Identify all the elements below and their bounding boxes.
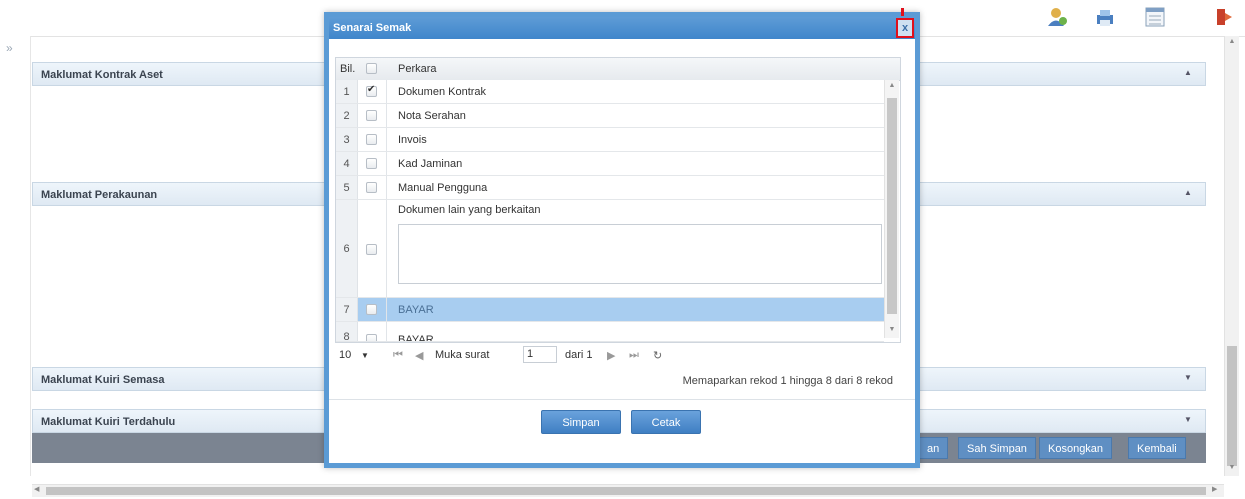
table-row[interactable]: 3 Invois <box>336 128 884 152</box>
page-size-select[interactable]: 10 <box>339 349 351 361</box>
table-row[interactable]: 5 Manual Pengguna <box>336 176 884 200</box>
select-all-checkbox[interactable] <box>366 63 377 74</box>
row-checkbox[interactable] <box>366 134 377 145</box>
other-documents-textarea[interactable] <box>398 224 882 284</box>
scroll-thumb[interactable] <box>1227 346 1237 466</box>
table-row[interactable]: 2 Nota Serahan <box>336 104 884 128</box>
dropdown-arrow-icon[interactable]: ▼ <box>361 351 369 360</box>
grid-scrollbar[interactable]: ▲ ▼ <box>884 80 899 338</box>
horizontal-scrollbar[interactable]: ◀ ▶ <box>32 484 1224 497</box>
row-label: Kad Jaminan <box>398 158 463 170</box>
column-divider <box>386 80 387 103</box>
scroll-down-icon[interactable]: ▼ <box>1227 464 1237 471</box>
scroll-thumb[interactable] <box>887 98 897 314</box>
column-divider <box>386 128 387 151</box>
table-row[interactable]: 4 Kad Jaminan <box>336 152 884 176</box>
row-checkbox[interactable] <box>366 334 377 341</box>
chevron-down-icon[interactable]: ▼ <box>1183 373 1193 383</box>
next-page-icon[interactable]: ▶ <box>607 349 615 362</box>
vertical-scrollbar[interactable]: ▲ ▼ <box>1224 36 1239 476</box>
first-page-icon[interactable]: ⏮ <box>393 349 403 362</box>
grid-header: Bil. Perkara <box>336 58 900 81</box>
row-checkbox[interactable] <box>366 110 377 121</box>
row-label: BAYAR <box>398 334 434 342</box>
record-status: Memaparkan rekod 1 hingga 8 dari 8 rekod <box>682 375 893 387</box>
row-label: Manual Pengguna <box>398 182 488 194</box>
expand-sidebar-icon[interactable]: » <box>6 40 20 56</box>
page-label: Muka surat <box>435 349 490 361</box>
scroll-up-icon[interactable]: ▲ <box>1227 38 1237 45</box>
row-checkbox[interactable] <box>366 244 377 255</box>
row-checkbox[interactable] <box>366 84 377 97</box>
cetak-button[interactable]: Cetak <box>631 410 701 434</box>
highlight-marker <box>901 8 904 16</box>
dialog-title: Senarai Semak <box>333 22 412 34</box>
row-number: 8 <box>336 322 358 341</box>
divider <box>329 399 915 400</box>
print-icon[interactable] <box>1094 6 1116 28</box>
row-checkbox[interactable] <box>366 304 377 315</box>
scroll-thumb[interactable] <box>46 487 1206 495</box>
row-checkbox[interactable] <box>366 158 377 169</box>
kembali-button[interactable]: Kembali <box>1128 437 1186 459</box>
row-label: Dokumen lain yang berkaitan <box>398 204 541 216</box>
checklist-dialog: Senarai Semak x Bil. Perkara 1 Dokumen K… <box>324 8 920 468</box>
column-divider <box>386 322 387 341</box>
refresh-icon[interactable]: ↻ <box>653 349 662 362</box>
column-divider <box>386 104 387 127</box>
page-number-input[interactable]: 1 <box>523 346 557 363</box>
chevron-up-icon[interactable]: ▲ <box>1183 188 1193 198</box>
row-number: 2 <box>336 104 358 127</box>
simpan-button[interactable]: Simpan <box>541 410 621 434</box>
col-header-perkara: Perkara <box>398 63 437 75</box>
column-divider <box>386 176 387 199</box>
column-divider <box>386 152 387 175</box>
list-icon[interactable] <box>1144 6 1166 28</box>
left-gutter <box>0 36 31 476</box>
row-label: Invois <box>398 134 427 146</box>
row-number: 4 <box>336 152 358 175</box>
row-checkbox[interactable] <box>366 182 377 193</box>
chevron-down-icon[interactable]: ▼ <box>1183 415 1193 425</box>
row-number: 6 <box>336 200 358 297</box>
column-divider <box>386 200 387 297</box>
col-header-bil: Bil. <box>340 63 356 75</box>
user-icon[interactable] <box>1046 6 1068 28</box>
row-label: BAYAR <box>398 304 434 316</box>
row-label: Nota Serahan <box>398 110 466 122</box>
table-row[interactable]: 8 BAYAR <box>336 322 884 342</box>
checklist-grid: Bil. Perkara 1 Dokumen Kontrak 2 Nota Se… <box>335 57 901 343</box>
prev-page-icon[interactable]: ◀ <box>415 349 423 362</box>
kosongkan-button[interactable]: Kosongkan <box>1039 437 1113 459</box>
column-divider <box>386 298 387 321</box>
scroll-right-icon[interactable]: ▶ <box>1212 485 1217 493</box>
dialog-header[interactable]: Senarai Semak x <box>329 8 915 39</box>
row-number: 3 <box>336 128 358 151</box>
table-row[interactable]: 1 Dokumen Kontrak <box>336 80 884 104</box>
section-title: Maklumat Kuiri Terdahulu <box>41 416 176 428</box>
partial-action-button[interactable]: an <box>918 437 949 459</box>
sah-simpan-button[interactable]: Sah Simpan <box>958 437 1036 459</box>
scroll-left-icon[interactable]: ◀ <box>34 485 39 493</box>
table-row[interactable]: 6 Dokumen lain yang berkaitan <box>336 200 884 298</box>
section-title: Maklumat Kuiri Semasa <box>41 374 165 386</box>
scroll-down-icon[interactable]: ▼ <box>885 326 899 333</box>
row-number: 5 <box>336 176 358 199</box>
table-row[interactable]: 7 BAYAR <box>336 298 884 322</box>
row-number: 7 <box>336 298 358 321</box>
pager: 10 ▼ ⏮ ◀ Muka surat 1 dari 1 ▶ ⏭ ↻ <box>335 345 901 367</box>
row-number: 1 <box>336 80 358 103</box>
chevron-up-icon[interactable]: ▲ <box>1183 68 1193 78</box>
row-label: Dokumen Kontrak <box>398 86 487 98</box>
scroll-up-icon[interactable]: ▲ <box>885 82 899 89</box>
section-title: Maklumat Kontrak Aset <box>41 69 163 81</box>
last-page-icon[interactable]: ⏭ <box>629 349 639 362</box>
logout-icon[interactable] <box>1214 6 1236 28</box>
close-icon[interactable]: x <box>896 18 914 38</box>
section-title: Maklumat Perakaunan <box>41 189 158 201</box>
page-of-label: dari 1 <box>565 349 593 361</box>
